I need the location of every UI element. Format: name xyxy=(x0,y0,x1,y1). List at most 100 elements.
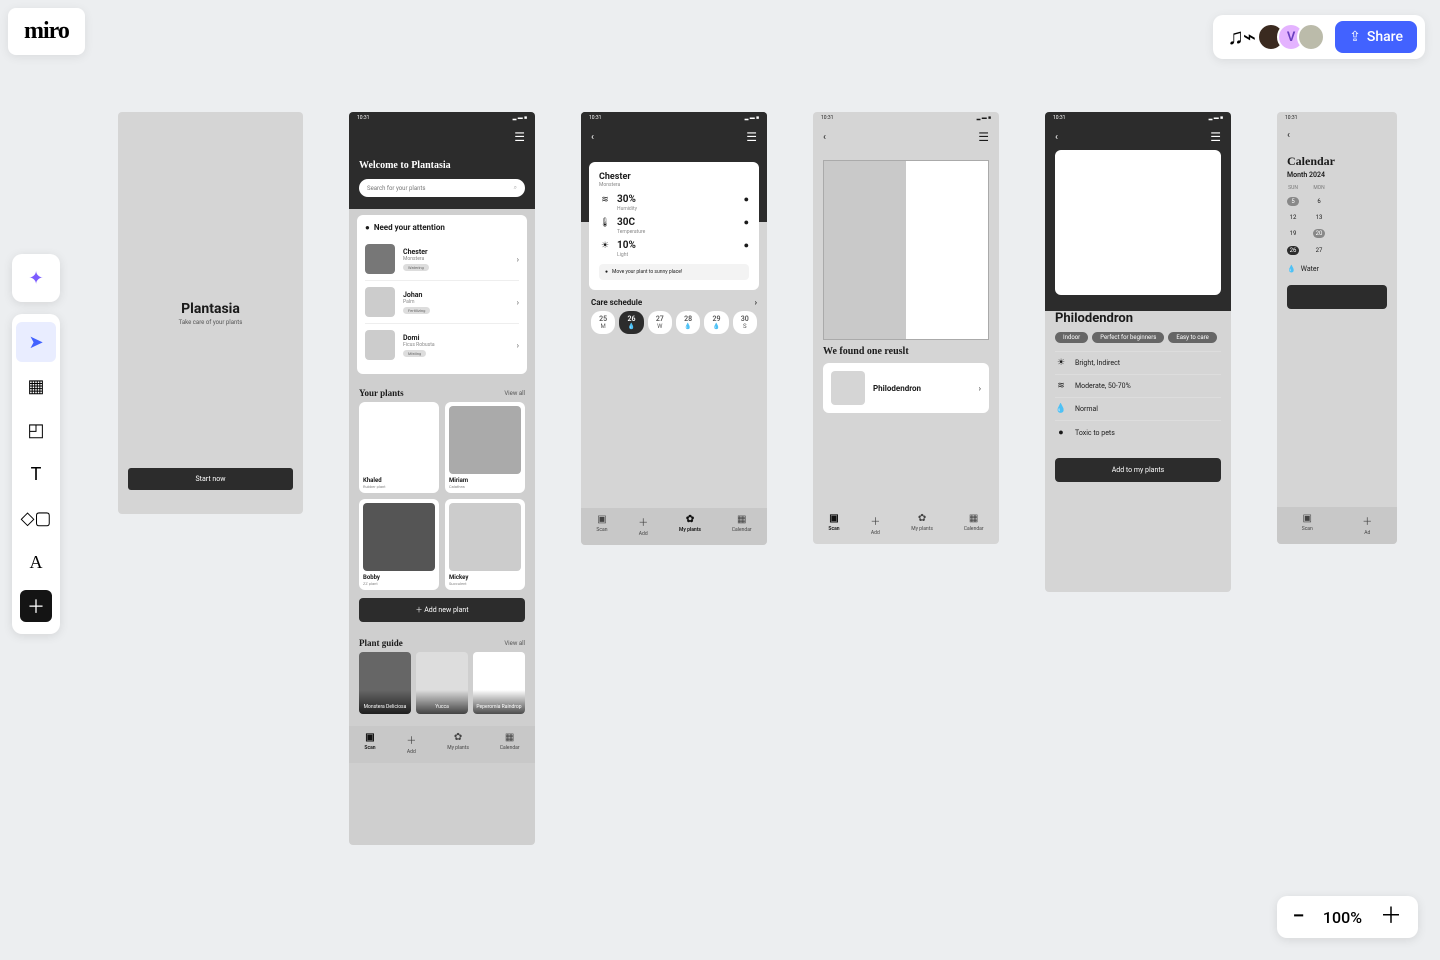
status-time: 10:31 xyxy=(357,115,369,121)
nav-plants[interactable]: ✿My plants xyxy=(679,514,701,537)
view-all-link[interactable]: View all xyxy=(504,390,525,397)
share-button[interactable]: ⇪ Share xyxy=(1335,21,1417,53)
nav-scan[interactable]: ▣Scan xyxy=(364,732,375,755)
status-time: 10:31 xyxy=(589,115,601,121)
plant-species: Palm xyxy=(403,299,430,305)
artboard-calendar[interactable]: 10:31 ‹ Calendar Month 2024 SUNMON 56 12… xyxy=(1277,112,1397,544)
plant-species: Monstera xyxy=(403,256,429,262)
bottom-nav: ▣Scan ＋Ad xyxy=(1277,507,1397,544)
nav-calendar[interactable]: ▦Calendar xyxy=(500,732,520,755)
attention-item[interactable]: ChesterMonsteraWatering › xyxy=(365,238,519,281)
task-bar[interactable] xyxy=(1287,285,1387,309)
plant-card[interactable]: KhaledRubber plant xyxy=(359,402,439,493)
cursor-tool[interactable]: ➤ xyxy=(16,322,56,362)
back-icon[interactable]: ‹ xyxy=(1055,132,1058,143)
artboard-plant-metrics[interactable]: 10:31▂ ▬ ■ ‹☰ Chester Monstera ≋30%● Hum… xyxy=(581,112,767,545)
day-pill[interactable]: 30S xyxy=(733,311,757,334)
nav-plants[interactable]: ✿My plants xyxy=(447,732,469,755)
nav-bar: ‹☰ xyxy=(581,124,767,150)
menu-icon[interactable]: ☰ xyxy=(978,130,989,144)
plant-name: Bobby xyxy=(363,574,435,581)
humidity-icon: ≋ xyxy=(1055,381,1067,391)
nav-calendar[interactable]: ▦Calendar xyxy=(964,513,984,536)
info-text: Normal xyxy=(1075,405,1098,413)
collaborator-avatars[interactable]: V xyxy=(1265,23,1325,51)
ai-tool-button[interactable]: ✦ xyxy=(12,254,60,302)
nav-scan[interactable]: ▣Scan xyxy=(828,513,839,536)
nav-add[interactable]: ＋Ad xyxy=(1362,513,1372,536)
tip-text: Move your plant to sunny place! xyxy=(612,269,682,275)
artboard-home[interactable]: 10:31▂ ▬ ■ ☰ Welcome to Plantasia Search… xyxy=(349,112,535,845)
search-input[interactable]: Search for your plants ⌕ xyxy=(359,179,525,197)
scan-preview xyxy=(823,160,989,340)
nav-add[interactable]: ＋Add xyxy=(406,732,416,755)
add-plant-label: Add new plant xyxy=(424,606,468,614)
artboard-plant-detail[interactable]: 10:31▂ ▬ ■ ‹☰ Philodendron Indoor Perfec… xyxy=(1045,112,1231,592)
artboard-splash[interactable]: Plantasia Take care of your plants Start… xyxy=(118,112,303,514)
plant-card[interactable]: MiriamCalathea xyxy=(445,402,525,493)
guide-card[interactable]: Monstera Deliciosa xyxy=(359,652,411,714)
nav-calendar[interactable]: ▦Calendar xyxy=(732,514,752,537)
result-card[interactable]: Philodendron › xyxy=(823,363,989,413)
day-pill[interactable]: 27W xyxy=(648,311,672,334)
calendar-row: 12 13 xyxy=(1277,210,1397,225)
day-strip: 25M 26💧 27W 28💧 29💧 30S xyxy=(581,311,767,334)
add-more-tool[interactable]: ＋ xyxy=(20,590,52,622)
pen-tool[interactable]: A xyxy=(16,542,56,582)
templates-tool[interactable]: ▦ xyxy=(16,366,56,406)
start-now-button[interactable]: Start now xyxy=(128,468,293,490)
back-icon[interactable]: ‹ xyxy=(591,132,594,143)
day[interactable]: 27 xyxy=(1313,247,1325,254)
day[interactable]: 13 xyxy=(1313,214,1325,221)
day-pill[interactable]: 26💧 xyxy=(619,311,643,334)
miro-logo[interactable]: miro xyxy=(8,8,85,55)
nav-label: Ad xyxy=(1364,530,1370,536)
nav-add[interactable]: ＋Add xyxy=(870,513,880,536)
nav-label: Scan xyxy=(828,526,839,532)
info-row: ≋Moderate, 50-70% xyxy=(1055,374,1221,397)
nav-scan[interactable]: ▣Scan xyxy=(596,514,607,537)
text-tool[interactable]: T xyxy=(16,454,56,494)
tag: Easy to care xyxy=(1168,332,1216,343)
status-badge: Misting xyxy=(403,350,426,357)
plant-species: Monstera xyxy=(599,182,749,188)
plant-card[interactable]: BobbyZZ plant xyxy=(359,499,439,590)
attention-item[interactable]: JohanPalmFertilizing › xyxy=(365,281,519,324)
add-to-plants-button[interactable]: Add to my plants xyxy=(1055,458,1221,482)
add-plant-button[interactable]: ＋ Add new plant xyxy=(359,598,525,622)
sticky-note-tool[interactable]: ◰ xyxy=(16,410,56,450)
shapes-tool[interactable]: ◇▢ xyxy=(16,498,56,538)
care-schedule-header[interactable]: Care schedule› xyxy=(581,290,767,311)
avatar[interactable] xyxy=(1297,23,1325,51)
day-pill[interactable]: 25M xyxy=(591,311,615,334)
collab-integrations-icon[interactable]: ♫⌁ xyxy=(1227,24,1255,50)
menu-icon[interactable]: ☰ xyxy=(514,130,525,144)
day-pill[interactable]: 28💧 xyxy=(676,311,700,334)
back-icon[interactable]: ‹ xyxy=(823,132,826,143)
day[interactable]: 5 xyxy=(1287,197,1299,206)
back-icon[interactable]: ‹ xyxy=(1287,130,1290,141)
menu-icon[interactable]: ☰ xyxy=(746,130,757,144)
zoom-level-label[interactable]: 100% xyxy=(1323,908,1362,927)
day[interactable]: 12 xyxy=(1287,214,1299,221)
day-pill[interactable]: 29💧 xyxy=(704,311,728,334)
day[interactable]: 26 xyxy=(1287,246,1299,255)
nav-plants[interactable]: ✿My plants xyxy=(911,513,933,536)
search-placeholder: Search for your plants xyxy=(367,185,425,192)
artboard-scan-result[interactable]: 10:31▂ ▬ ■ ‹☰ We found one reuslt Philod… xyxy=(813,112,999,544)
attention-item[interactable]: DomiFicus RobustaMisting › xyxy=(365,324,519,366)
nav-scan[interactable]: ▣Scan xyxy=(1302,513,1313,536)
miro-canvas[interactable]: Plantasia Take care of your plants Start… xyxy=(118,112,1397,845)
view-all-link[interactable]: View all xyxy=(504,640,525,647)
humidity-metric: ≋30%● xyxy=(599,194,749,205)
plant-card[interactable]: MickeySucculent xyxy=(445,499,525,590)
nav-add[interactable]: ＋Add xyxy=(638,514,648,537)
guide-card[interactable]: Peperomia Raindrop xyxy=(473,652,525,714)
zoom-out-button[interactable]: − xyxy=(1293,906,1305,928)
zoom-in-button[interactable]: ＋ xyxy=(1380,906,1402,928)
guide-card[interactable]: Yucca xyxy=(416,652,468,714)
menu-icon[interactable]: ☰ xyxy=(1210,130,1221,144)
day[interactable]: 19 xyxy=(1287,230,1299,237)
day[interactable]: 6 xyxy=(1313,198,1325,205)
day[interactable]: 20 xyxy=(1313,229,1325,238)
